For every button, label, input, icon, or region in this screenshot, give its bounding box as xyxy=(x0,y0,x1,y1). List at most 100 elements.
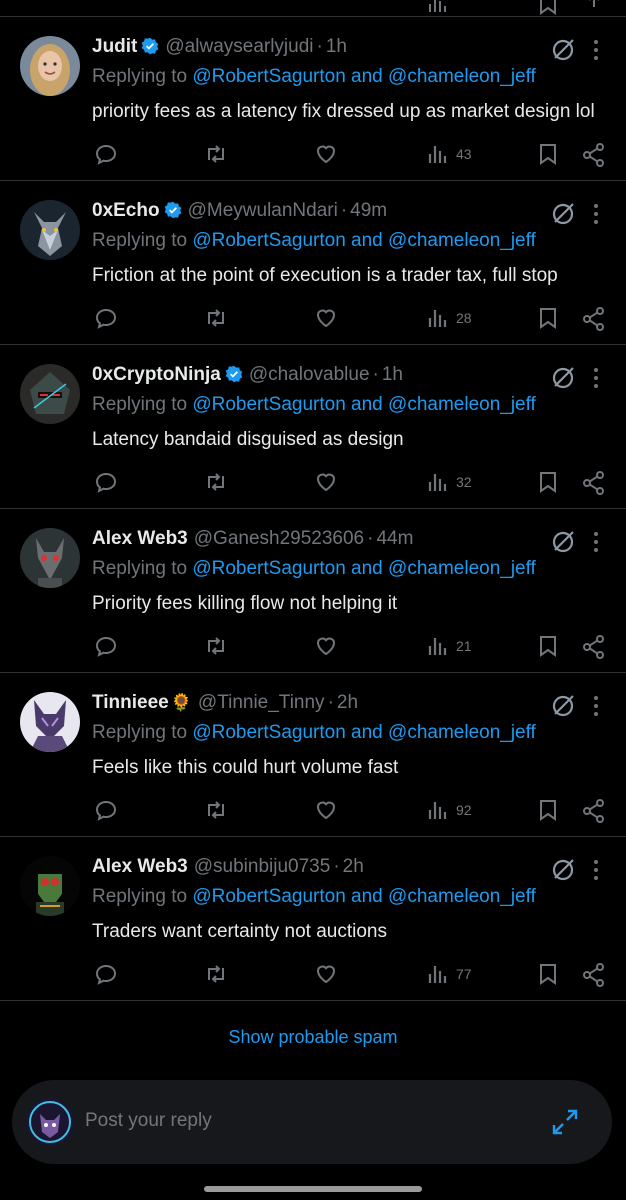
bookmark-icon xyxy=(540,964,556,985)
share-icon xyxy=(583,799,604,823)
replying-to-link[interactable]: @RobertSagurton and @chameleon_jeff xyxy=(192,886,536,907)
more-options-icon[interactable] xyxy=(586,201,606,227)
replying-to-link[interactable]: @RobertSagurton and @chameleon_jeff xyxy=(192,66,536,87)
views-button[interactable]: 77 xyxy=(426,962,472,986)
bookmark-icon[interactable] xyxy=(536,0,560,16)
views-button[interactable]: 92 xyxy=(426,798,472,822)
reply-tweet[interactable]: Alex Web3 @subinbiju0735 · 2h Replying to @… xyxy=(0,837,626,1001)
views-count: 32 xyxy=(456,474,472,490)
user-handle[interactable]: @subinbiju0735 xyxy=(194,856,331,877)
views-button[interactable]: 43 xyxy=(426,142,472,166)
reply-button[interactable] xyxy=(94,634,118,658)
reply-button[interactable] xyxy=(94,306,118,330)
show-probable-spam[interactable]: Show probable spam xyxy=(0,1008,626,1067)
reply-tweet[interactable]: Judit @alwaysearlyjudi · 1h Replying to @Ro… xyxy=(0,17,626,181)
share-icon[interactable] xyxy=(582,0,606,16)
repost-button[interactable] xyxy=(203,962,229,986)
separator-dot: · xyxy=(367,528,374,549)
timestamp[interactable]: 1h xyxy=(382,364,403,385)
avatar[interactable] xyxy=(20,528,80,588)
views-button[interactable]: 21 xyxy=(426,634,472,658)
timestamp[interactable]: 2h xyxy=(343,856,364,877)
reply-button[interactable] xyxy=(94,470,118,494)
views-count: 28 xyxy=(456,310,472,326)
display-name[interactable]: Alex Web3 xyxy=(92,856,188,877)
reply-input[interactable]: Post your reply xyxy=(85,1110,212,1132)
user-handle[interactable]: @chalovablue xyxy=(249,364,370,385)
repost-button[interactable] xyxy=(203,634,229,658)
reply-tweet[interactable]: Alex Web3 @Ganesh29523606 · 44m Replying to… xyxy=(0,509,626,673)
grok-icon[interactable] xyxy=(550,365,576,391)
show-probable-spam-label[interactable]: Show probable spam xyxy=(228,1027,397,1048)
share-button[interactable] xyxy=(581,470,607,496)
reply-tweet[interactable]: 0xEcho @MeywulanNdari · 49m Replying to @Ro… xyxy=(0,181,626,345)
repost-button[interactable] xyxy=(203,798,229,822)
more-options-icon[interactable] xyxy=(586,693,606,719)
views-button[interactable]: 32 xyxy=(426,470,472,494)
bookmark-button[interactable] xyxy=(536,634,560,658)
like-button[interactable] xyxy=(314,634,338,658)
display-name[interactable]: 0xEcho xyxy=(92,200,160,221)
like-button[interactable] xyxy=(314,142,338,166)
bookmark-button[interactable] xyxy=(536,798,560,822)
more-options-icon[interactable] xyxy=(586,857,606,883)
repost-button[interactable] xyxy=(203,470,229,494)
bookmark-button[interactable] xyxy=(536,142,560,166)
grok-icon[interactable] xyxy=(550,857,576,883)
avatar[interactable] xyxy=(20,692,80,752)
like-button[interactable] xyxy=(314,962,338,986)
home-indicator[interactable] xyxy=(204,1186,422,1192)
avatar[interactable] xyxy=(20,364,80,424)
more-options-icon[interactable] xyxy=(586,37,606,63)
reply-button[interactable] xyxy=(94,798,118,822)
replying-to-link[interactable]: @RobertSagurton and @chameleon_jeff xyxy=(192,230,536,251)
reply-button[interactable] xyxy=(94,962,118,986)
repost-button[interactable] xyxy=(203,306,229,330)
reply-list: Judit @alwaysearlyjudi · 1h Replying to @Ro… xyxy=(0,17,626,1001)
share-button[interactable] xyxy=(581,962,607,988)
timestamp[interactable]: 2h xyxy=(337,692,358,713)
grok-icon[interactable] xyxy=(550,201,576,227)
reply-composer[interactable]: Post your reply xyxy=(12,1080,612,1164)
avatar[interactable] xyxy=(20,856,80,916)
like-button[interactable] xyxy=(314,306,338,330)
replying-to-link[interactable]: @RobertSagurton and @chameleon_jeff xyxy=(192,394,536,415)
display-name[interactable]: Tinnieee xyxy=(92,692,169,713)
more-options-icon[interactable] xyxy=(586,529,606,555)
repost-button[interactable] xyxy=(203,142,229,166)
views-icon[interactable] xyxy=(426,0,450,16)
avatar[interactable] xyxy=(20,200,80,260)
timestamp[interactable]: 44m xyxy=(376,528,413,549)
user-handle[interactable]: @Ganesh29523606 xyxy=(194,528,364,549)
avatar[interactable] xyxy=(20,36,80,96)
timestamp[interactable]: 1h xyxy=(326,36,347,57)
grok-icon[interactable] xyxy=(550,529,576,555)
grok-icon[interactable] xyxy=(550,37,576,63)
reply-button[interactable] xyxy=(94,142,118,166)
share-button[interactable] xyxy=(581,634,607,660)
expand-icon[interactable] xyxy=(550,1107,580,1137)
replying-to-link[interactable]: @RobertSagurton and @chameleon_jeff xyxy=(192,722,536,743)
like-button[interactable] xyxy=(314,798,338,822)
display-name[interactable]: Alex Web3 xyxy=(92,528,188,549)
grok-icon[interactable] xyxy=(550,693,576,719)
reply-tweet[interactable]: 0xCryptoNinja @chalovablue · 1h Replying to… xyxy=(0,345,626,509)
user-handle[interactable]: @MeywulanNdari xyxy=(188,200,338,221)
my-avatar[interactable] xyxy=(26,1098,74,1146)
display-name[interactable]: Judit xyxy=(92,36,137,57)
like-button[interactable] xyxy=(314,470,338,494)
share-button[interactable] xyxy=(581,798,607,824)
share-button[interactable] xyxy=(581,306,607,332)
display-name[interactable]: 0xCryptoNinja xyxy=(92,364,221,385)
more-options-icon[interactable] xyxy=(586,365,606,391)
user-handle[interactable]: @Tinnie_Tinny xyxy=(198,692,325,713)
bookmark-button[interactable] xyxy=(536,470,560,494)
views-button[interactable]: 28 xyxy=(426,306,472,330)
bookmark-button[interactable] xyxy=(536,306,560,330)
user-handle[interactable]: @alwaysearlyjudi xyxy=(165,36,313,57)
bookmark-button[interactable] xyxy=(536,962,560,986)
reply-tweet[interactable]: Tinnieee 🌻 @Tinnie_Tinny · 2h Replying to @R… xyxy=(0,673,626,837)
share-button[interactable] xyxy=(581,142,607,168)
replying-to-link[interactable]: @RobertSagurton and @chameleon_jeff xyxy=(192,558,536,579)
timestamp[interactable]: 49m xyxy=(350,200,387,221)
